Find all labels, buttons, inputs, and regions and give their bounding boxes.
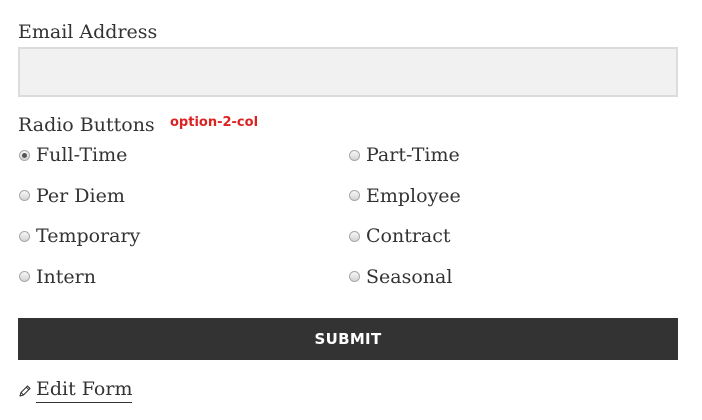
radio-option-label: Contract xyxy=(366,225,451,247)
radio-option-label: Temporary xyxy=(36,225,141,247)
radio-button[interactable] xyxy=(19,271,30,282)
radio-button[interactable] xyxy=(349,149,360,161)
radio-group-label: Radio Buttons xyxy=(18,114,155,136)
radio-option-label: Intern xyxy=(36,265,96,288)
radio-layout-note: option-2-col xyxy=(170,115,259,130)
radio-option-label: Per Diem xyxy=(36,184,125,207)
radio-option-part-time[interactable]: Part-Time xyxy=(348,142,678,168)
radio-button[interactable] xyxy=(19,230,30,242)
radio-option-contract[interactable]: Contract xyxy=(348,223,678,249)
radio-option-label: Employee xyxy=(366,184,461,207)
radio-option-seasonal[interactable]: Seasonal xyxy=(348,264,678,290)
radio-button[interactable] xyxy=(19,190,30,201)
radio-button[interactable] xyxy=(349,271,360,282)
radio-option-full-time[interactable]: Full-Time xyxy=(18,142,348,168)
radio-option-intern[interactable]: Intern xyxy=(18,264,348,290)
radio-grid: Full-Time Part-Time Per Diem Employee Te… xyxy=(18,142,688,304)
radio-option-label: Full-Time xyxy=(36,144,128,166)
pencil-icon[interactable] xyxy=(18,383,32,397)
radio-button[interactable] xyxy=(19,149,30,161)
email-field[interactable] xyxy=(18,47,678,97)
radio-option-temporary[interactable]: Temporary xyxy=(18,223,348,249)
radio-option-employee[interactable]: Employee xyxy=(348,183,678,209)
radio-button[interactable] xyxy=(349,190,360,201)
edit-form-link-row[interactable]: Edit Form xyxy=(18,376,133,403)
radio-option-label: Seasonal xyxy=(366,265,453,288)
email-field-label: Email Address xyxy=(18,21,158,43)
edit-form-link[interactable]: Edit Form xyxy=(36,376,133,403)
submit-button[interactable]: SUBMIT xyxy=(18,318,678,360)
radio-option-per-diem[interactable]: Per Diem xyxy=(18,183,348,209)
radio-button[interactable] xyxy=(349,230,360,242)
radio-option-label: Part-Time xyxy=(366,144,460,166)
